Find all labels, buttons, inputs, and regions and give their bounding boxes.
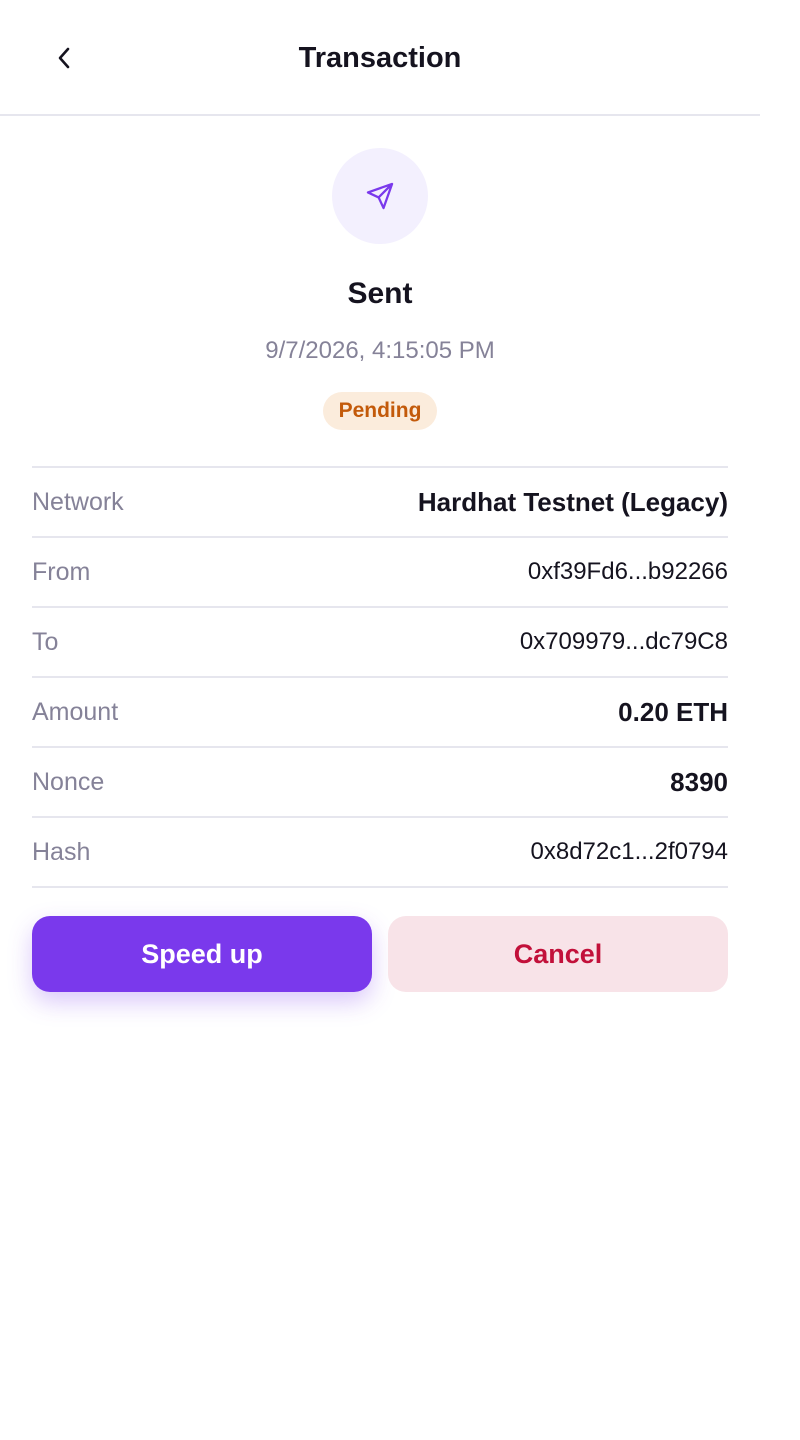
status-icon-circle <box>332 148 428 244</box>
nonce-value: 8390 <box>670 766 728 797</box>
network-label: Network <box>32 487 124 516</box>
from-address[interactable]: 0xf39Fd6...b92266 <box>528 558 728 586</box>
detail-row-to: To 0x709979...dc79C8 <box>32 608 728 678</box>
amount-label: Amount <box>32 697 119 726</box>
hash-value[interactable]: 0x8d72c1...2f0794 <box>531 838 729 866</box>
cancel-button[interactable]: Cancel <box>388 916 728 992</box>
status-badge: Pending <box>322 392 438 430</box>
amount-value: 0.20 ETH <box>618 696 728 727</box>
transaction-summary: Sent 9/7/2026, 4:15:05 PM Pending <box>0 116 760 430</box>
status-title: Sent <box>347 277 413 310</box>
to-address[interactable]: 0x709979...dc79C8 <box>520 628 728 656</box>
to-label: To <box>32 627 59 656</box>
transaction-screen: Transaction Sent 9/7/2026, 4:15:05 PM Pe… <box>0 0 760 1440</box>
hash-label: Hash <box>32 837 91 866</box>
action-buttons: Speed up Cancel <box>32 916 728 992</box>
detail-row-network: Network Hardhat Testnet (Legacy) <box>32 468 728 538</box>
header: Transaction <box>0 0 760 116</box>
send-arrow-icon <box>366 182 394 210</box>
page-title: Transaction <box>298 42 462 74</box>
speed-up-button[interactable]: Speed up <box>32 916 372 992</box>
network-value: Hardhat Testnet (Legacy) <box>417 486 728 517</box>
from-label: From <box>32 557 91 586</box>
detail-row-nonce: Nonce 8390 <box>32 748 728 818</box>
details-list: Network Hardhat Testnet (Legacy) From 0x… <box>32 466 728 888</box>
detail-row-hash: Hash 0x8d72c1...2f0794 <box>32 818 728 888</box>
timestamp: 9/7/2026, 4:15:05 PM <box>265 337 495 364</box>
nonce-label: Nonce <box>32 767 105 796</box>
detail-row-amount: Amount 0.20 ETH <box>32 678 728 748</box>
detail-row-from: From 0xf39Fd6...b92266 <box>32 538 728 608</box>
